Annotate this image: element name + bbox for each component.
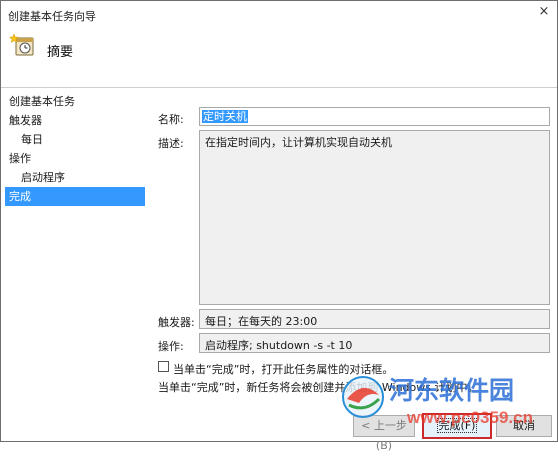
page-title: 摘要 <box>47 45 74 60</box>
step-action[interactable]: 操作 <box>5 149 145 168</box>
trigger-label: 触发器: <box>158 316 195 329</box>
watermark-logo: 河东软件园 www.pc0359.cn <box>342 376 533 427</box>
step-create-basic-task[interactable]: 创建基本任务 <box>5 92 145 111</box>
clock-task-icon <box>9 33 34 56</box>
name-value: 定时关机 <box>202 110 248 123</box>
step-daily[interactable]: 每日 <box>5 130 145 149</box>
description-value: 在指定时间内，让计算机实现自动关机 <box>205 136 392 149</box>
window-title: 创建基本任务向导 <box>8 10 96 23</box>
trigger-field: 每日；在每天的 23:00 <box>199 309 550 329</box>
open-properties-checkbox[interactable] <box>158 361 169 372</box>
trigger-value: 每日；在每天的 23:00 <box>205 315 318 328</box>
description-label: 描述: <box>158 137 184 150</box>
action-label: 操作: <box>158 340 184 353</box>
step-finish[interactable]: 完成 <box>5 187 145 206</box>
wizard-window: 创建基本任务向导 × 摘要 创建基本任务 触发器 每日 操作 启动程序 完成 名… <box>0 0 558 452</box>
step-trigger[interactable]: 触发器 <box>5 111 145 130</box>
watermark-text: 河东软件园 <box>389 376 514 405</box>
title-bar: 创建基本任务向导 × <box>1 1 557 27</box>
close-icon[interactable]: × <box>537 5 551 19</box>
description-field[interactable]: 在指定时间内，让计算机实现自动关机 <box>199 130 550 305</box>
step-start-program[interactable]: 启动程序 <box>5 168 145 187</box>
watermark-url: www.pc0359.cn <box>406 408 533 427</box>
name-field[interactable]: 定时关机 <box>199 107 550 126</box>
action-field: 启动程序; shutdown -s -t 10 <box>199 333 550 353</box>
wizard-header: 摘要 <box>1 27 557 88</box>
name-label: 名称: <box>158 113 184 126</box>
action-value: 启动程序; shutdown -s -t 10 <box>205 339 353 352</box>
wizard-steps: 创建基本任务 触发器 每日 操作 启动程序 完成 <box>5 92 145 206</box>
